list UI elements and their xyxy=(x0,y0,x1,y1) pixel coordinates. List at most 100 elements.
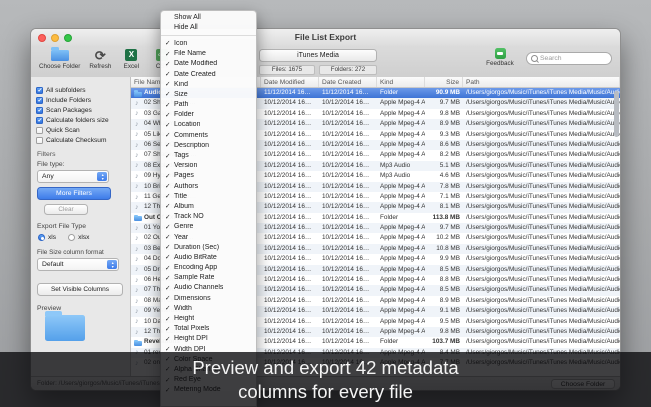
menu-column-item[interactable]: Sample Rate xyxy=(161,273,256,283)
menu-column-label: Year xyxy=(174,234,188,241)
cell-date-modified: 10/12/2014 16… xyxy=(261,317,319,327)
sidebar-checkbox[interactable]: Scan Packages xyxy=(36,105,128,115)
cell-size: 9.5 MB xyxy=(425,317,463,327)
menu-column-item[interactable]: Folder xyxy=(161,110,256,120)
checkmark-icon xyxy=(165,335,174,343)
file-type-select[interactable]: Any xyxy=(37,170,109,183)
cell-path: /Users/giorgos/Music/iTunes/iTunes Media… xyxy=(463,317,620,327)
menu-column-item[interactable]: Encoding App xyxy=(161,263,256,273)
column-header-kind[interactable]: Kind xyxy=(377,77,425,87)
menu-column-item[interactable]: Icon xyxy=(161,38,256,48)
menu-column-item[interactable]: Height xyxy=(161,313,256,323)
sidebar-checkbox[interactable]: Quick Scan xyxy=(36,125,128,135)
export-type-radio[interactable]: xls xyxy=(38,234,56,241)
checkmark-icon xyxy=(165,192,174,200)
menu-column-item[interactable]: Duration (Sec) xyxy=(161,242,256,252)
cell-date-modified: 10/12/2014 16… xyxy=(261,296,319,306)
menu-column-label: Folder xyxy=(174,111,194,118)
cell-size: 8.9 MB xyxy=(425,296,463,306)
cell-path: /Users/giorgos/Music/iTunes/iTunes Media… xyxy=(463,306,620,316)
menu-column-label: Audio Channels xyxy=(174,284,223,291)
menu-column-item[interactable]: Audio Channels xyxy=(161,283,256,293)
toolbar-button-label: Choose Folder xyxy=(39,63,80,70)
sidebar-checkbox[interactable]: All subfolders xyxy=(36,85,128,95)
menu-column-item[interactable]: Version xyxy=(161,161,256,171)
menu-column-item[interactable]: Track NO xyxy=(161,212,256,222)
menu-column-item[interactable]: Authors xyxy=(161,181,256,191)
menu-column-item[interactable]: Width xyxy=(161,303,256,313)
file-type-icon xyxy=(134,266,142,274)
cell-date-created: 10/12/2014 16… xyxy=(319,265,377,275)
checkmark-icon xyxy=(165,182,174,190)
menu-column-item[interactable]: Size xyxy=(161,89,256,99)
checkbox-icon[interactable] xyxy=(36,107,43,114)
cell-date-modified: 10/12/2014 16… xyxy=(261,275,319,285)
file-type-icon xyxy=(134,276,142,284)
checkmark-icon xyxy=(165,70,174,78)
sidebar-checkbox[interactable]: Calculate folders size xyxy=(36,115,128,125)
export-type-radio[interactable]: xlsx xyxy=(68,234,89,241)
source-folder-button[interactable]: iTunes Media xyxy=(259,49,377,62)
cell-date-modified: 10/12/2014 16… xyxy=(261,150,319,160)
menu-column-item[interactable]: File Name xyxy=(161,49,256,59)
menu-column-item[interactable]: Album xyxy=(161,201,256,211)
menu-column-item[interactable]: Dimensions xyxy=(161,293,256,303)
radio-icon[interactable] xyxy=(38,234,45,241)
cell-size: 5.1 MB xyxy=(425,161,463,171)
menu-column-item[interactable]: Tags xyxy=(161,150,256,160)
clear-filters-button[interactable]: Clear xyxy=(44,204,88,215)
column-header-date-modified[interactable]: Date Modified xyxy=(261,77,319,87)
menu-column-item[interactable]: Genre xyxy=(161,222,256,232)
vertical-scrollbar[interactable] xyxy=(614,91,619,137)
menu-column-item[interactable]: Location xyxy=(161,120,256,130)
menu-column-item[interactable]: Total Pixels xyxy=(161,324,256,334)
cell-kind: Mp3 Audio xyxy=(377,161,425,171)
cell-date-modified: 10/12/2014 16… xyxy=(261,171,319,181)
size-format-select[interactable]: Default xyxy=(37,258,119,271)
menu-column-item[interactable]: Year xyxy=(161,232,256,242)
search-field[interactable] xyxy=(526,52,612,65)
feedback-button[interactable]: Feedback xyxy=(481,48,519,67)
sidebar-checkbox[interactable]: Include Folders xyxy=(36,95,128,105)
menu-column-item[interactable]: Height DPI xyxy=(161,334,256,344)
set-visible-columns-button[interactable]: Set Visible Columns xyxy=(37,283,123,296)
cell-path: /Users/giorgos/Music/iTunes/iTunes Media… xyxy=(463,182,620,192)
search-input[interactable] xyxy=(540,55,607,62)
column-header-size[interactable]: Size xyxy=(425,77,463,87)
sidebar-checkbox[interactable]: Calculate Checksum xyxy=(36,135,128,145)
menu-column-label: Kind xyxy=(174,81,188,88)
cell-size: 10.8 MB xyxy=(425,244,463,254)
checkbox-icon[interactable] xyxy=(36,87,43,94)
checkmark-icon xyxy=(165,274,174,282)
toolbar-button[interactable]: Refresh xyxy=(89,48,111,70)
cell-kind: Apple Mpeg-4 A… xyxy=(377,327,425,337)
checkbox-icon[interactable] xyxy=(36,97,43,104)
menu-column-item[interactable]: Title xyxy=(161,191,256,201)
cell-date-modified: 10/12/2014 16… xyxy=(261,244,319,254)
column-header-date-created[interactable]: Date Created xyxy=(319,77,377,87)
radio-icon[interactable] xyxy=(68,234,75,241)
checkbox-icon[interactable] xyxy=(36,127,43,134)
menu-column-item[interactable]: Pages xyxy=(161,171,256,181)
menu-column-item[interactable]: Comments xyxy=(161,130,256,140)
menu-column-item[interactable]: Description xyxy=(161,140,256,150)
menu-column-item[interactable]: Date Created xyxy=(161,69,256,79)
more-filters-button[interactable]: More Filters xyxy=(37,187,111,200)
checkbox-icon[interactable] xyxy=(36,137,43,144)
preview-folder-icon xyxy=(45,315,85,341)
checkmark-icon xyxy=(165,253,174,261)
toolbar-button[interactable]: Choose Folder xyxy=(39,48,80,70)
file-type-icon xyxy=(134,287,142,295)
checkbox-icon[interactable] xyxy=(36,117,43,124)
cell-kind: Apple Mpeg-4 A… xyxy=(377,317,425,327)
cell-path: /Users/giorgos/Music/iTunes/iTunes Media… xyxy=(463,254,620,264)
column-header-path[interactable]: Path xyxy=(463,77,620,87)
menu-column-item[interactable]: Path xyxy=(161,100,256,110)
cell-kind: Apple Mpeg-4 A… xyxy=(377,98,425,108)
menu-action-item[interactable]: Show All xyxy=(161,13,256,23)
menu-action-item[interactable]: Hide All xyxy=(161,23,256,33)
toolbar-button[interactable]: Excel xyxy=(120,48,142,70)
menu-column-item[interactable]: Audio BitRate xyxy=(161,252,256,262)
menu-column-item[interactable]: Date Modified xyxy=(161,59,256,69)
menu-column-item[interactable]: Kind xyxy=(161,79,256,89)
